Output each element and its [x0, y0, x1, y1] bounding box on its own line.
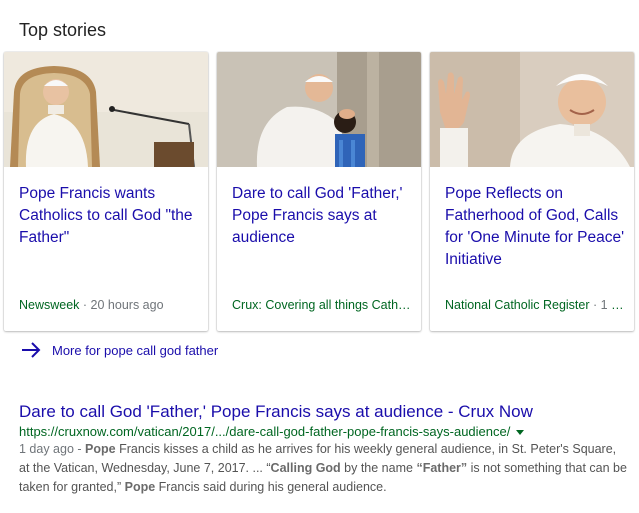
- snippet-highlight: Calling God: [270, 461, 341, 475]
- arrow-right-icon: [22, 342, 41, 358]
- snippet-separator: -: [73, 442, 86, 456]
- story-thumbnail-2: [217, 52, 421, 167]
- result-age: 1 day ago: [19, 442, 74, 456]
- story-thumbnail-3: [430, 52, 634, 167]
- story-headline[interactable]: Dare to call God 'Father,' Pope Francis …: [232, 183, 412, 249]
- story-source: Newsweek · 20 hours ago: [19, 298, 203, 312]
- source-name: Newsweek: [19, 298, 80, 312]
- snippet-text: Francis said during his general audience…: [155, 480, 387, 494]
- snippet-text: by the name: [340, 461, 417, 475]
- result-url: https://cruxnow.com/vatican/2017/.../dar…: [19, 423, 629, 440]
- result-url-text: https://cruxnow.com/vatican/2017/.../dar…: [19, 424, 511, 439]
- section-title: Top stories: [19, 20, 107, 40]
- story-card-3[interactable]: Pope Reflects on Fatherhood of God, Call…: [430, 52, 634, 331]
- source-name: Crux: Covering all things Catholic: [232, 298, 416, 312]
- result-title-link[interactable]: Dare to call God 'Father,' Pope Francis …: [19, 402, 629, 422]
- story-source: Crux: Covering all things Catholic: [232, 298, 416, 312]
- snippet-highlight: “Father”: [416, 461, 468, 475]
- snippet-highlight: Pope: [124, 480, 156, 494]
- story-card-1[interactable]: Pope Francis wants Catholics to call God…: [4, 52, 208, 331]
- search-result: Dare to call God 'Father,' Pope Francis …: [19, 402, 629, 497]
- snippet-highlight: Pope: [85, 442, 116, 456]
- story-time: · 1 day ago: [592, 298, 629, 312]
- more-stories-link[interactable]: More for pope call god father: [20, 341, 218, 359]
- story-card-2[interactable]: Dare to call God 'Father,' Pope Francis …: [217, 52, 421, 331]
- story-thumbnail-1: [4, 52, 208, 167]
- source-name: National Catholic Register: [445, 298, 590, 312]
- pope-waving-image: [430, 52, 634, 167]
- story-headline[interactable]: Pope Reflects on Fatherhood of God, Call…: [445, 183, 625, 271]
- caret-down-icon[interactable]: [516, 430, 525, 436]
- result-snippet: 1 day ago - Pope Francis kisses a child …: [19, 440, 629, 497]
- story-source: National Catholic Register · 1 day ago: [445, 298, 629, 312]
- top-stories-carousel: Pope Francis wants Catholics to call God…: [4, 52, 635, 332]
- story-headline[interactable]: Pope Francis wants Catholics to call God…: [19, 183, 199, 249]
- pope-seated-image: [4, 52, 208, 167]
- more-stories-label: More for pope call god father: [52, 342, 219, 358]
- pope-kissing-child-image: [217, 52, 421, 167]
- story-time: · 20 hours ago: [79, 298, 164, 312]
